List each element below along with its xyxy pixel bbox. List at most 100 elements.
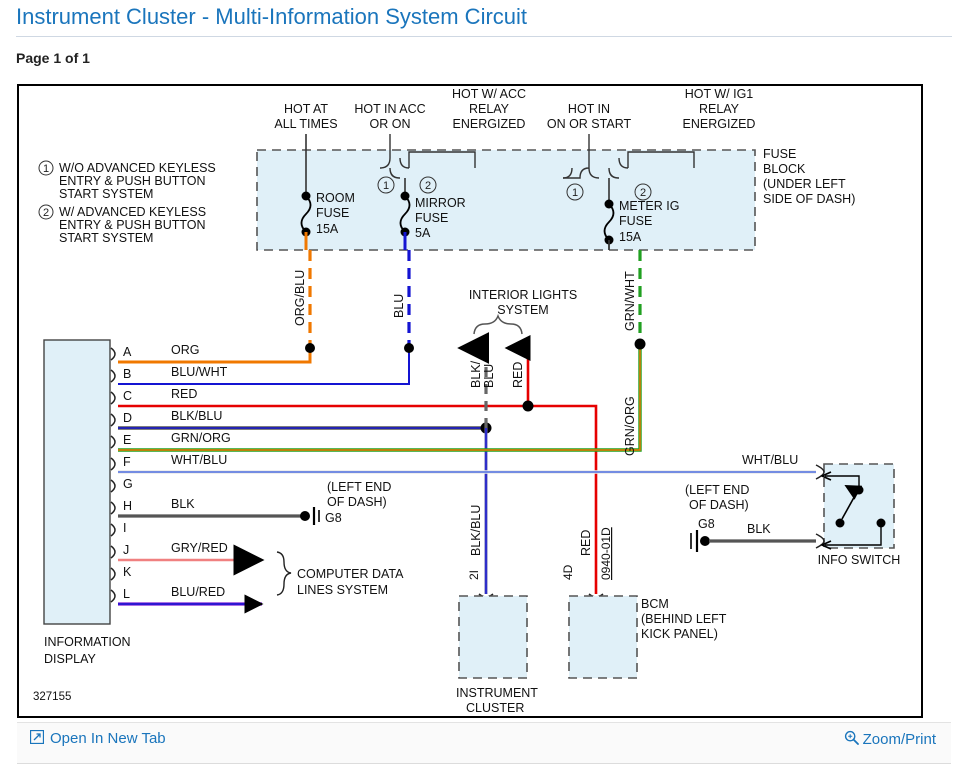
- pin-letter-E: E: [123, 433, 131, 447]
- info-switch-module[interactable]: INFO SWITCH: [815, 463, 901, 567]
- wiring-diagram-frame: 1 W/O ADVANCED KEYLESS ENTRY & PUSH BUTT…: [17, 84, 923, 718]
- mirror-fuse-rating: 5A: [415, 226, 431, 240]
- information-display-body: [43, 339, 111, 625]
- legend-1-line-3: START SYSTEM: [59, 187, 153, 201]
- ground-dot-g8-right: [700, 536, 710, 546]
- wire-name-H: BLK: [171, 497, 195, 511]
- legend-group: 1 W/O ADVANCED KEYLESS ENTRY & PUSH BUTT…: [38, 160, 216, 245]
- interior-lights-label-2: SYSTEM: [497, 303, 548, 317]
- power-hot-all-times-l2: ALL TIMES: [274, 117, 337, 131]
- page-count: Page 1 of 1: [16, 50, 90, 66]
- interior-lights-system: INTERIOR LIGHTS SYSTEM: [469, 288, 577, 335]
- ground-note-left-2: OF DASH): [327, 495, 387, 509]
- wiring-diagram-svg: 1 W/O ADVANCED KEYLESS ENTRY & PUSH BUTT…: [33, 87, 901, 712]
- meter-fuse-rating: 15A: [619, 230, 642, 244]
- information-display-label-1: INFORMATION: [44, 635, 131, 649]
- computer-data-lines-system: COMPUTER DATA LINES SYSTEM: [276, 551, 404, 597]
- pin-letter-H: H: [123, 499, 132, 513]
- fuse-block-l4: SIDE OF DASH): [763, 192, 855, 206]
- power-acc-relay-l3: ENERGIZED: [453, 117, 526, 131]
- label-blk-blu-top-2: BLU: [482, 364, 496, 388]
- wire-run-H-blk: G8 (LEFT END OF DASH): [118, 480, 391, 525]
- bcm-label-1: BCM: [641, 597, 669, 611]
- mirror-fuse-name: MIRROR: [415, 196, 466, 210]
- bcm-pin: 4D: [561, 564, 575, 580]
- fuse-block-l1: FUSE: [763, 147, 796, 161]
- label-grn-org: GRN/ORG: [623, 396, 637, 456]
- open-in-new-tab-label: Open In New Tab: [50, 730, 166, 747]
- power-acc-relay-l1: HOT W/ ACC: [452, 87, 526, 101]
- power-ig1-relay-l2: RELAY: [699, 102, 740, 116]
- info-switch-label: INFO SWITCH: [818, 553, 901, 567]
- ground-dot-g8-left: [300, 511, 310, 521]
- junction-dot-grn: [634, 338, 646, 350]
- room-fuse-name: ROOM: [316, 191, 355, 205]
- power-hot-acc-on-l2: OR ON: [370, 117, 411, 131]
- legend-marker-1: 1: [43, 163, 49, 175]
- connector-pin-brackets: [110, 347, 116, 603]
- pin-letter-L: L: [123, 587, 130, 601]
- meter-option-2: 2: [640, 187, 646, 199]
- ground-note-left-1: (LEFT END: [327, 480, 391, 494]
- label-blk-blu-bottom: BLK/BLU: [469, 505, 483, 556]
- pin-letter-B: B: [123, 367, 131, 381]
- bcm-label-3: KICK PANEL): [641, 627, 718, 641]
- computer-data-label-1: COMPUTER DATA: [297, 567, 404, 581]
- ground-g8-right-group: (LEFT END OF DASH) G8 BLK: [685, 483, 816, 552]
- ground-note-right-1: (LEFT END: [685, 483, 749, 497]
- meter-option-1: 1: [572, 187, 578, 199]
- external-link-icon: [29, 729, 45, 747]
- wire-name-C: RED: [171, 387, 197, 401]
- bcm-label-2: (BEHIND LEFT: [641, 612, 727, 626]
- open-in-new-tab-button[interactable]: Open In New Tab: [29, 729, 166, 747]
- legend-2-line-2: ENTRY & PUSH BUTTON: [59, 218, 206, 232]
- wire-name-D: BLK/BLU: [171, 409, 222, 423]
- power-acc-relay-l2: RELAY: [469, 102, 510, 116]
- fuse-block-l3: (UNDER LEFT: [763, 177, 846, 191]
- label-blk-blu-top-1: BLK/: [469, 360, 483, 388]
- legend-2-line-3: START SYSTEM: [59, 231, 153, 245]
- power-source-labels: HOT AT ALL TIMES HOT IN ACC OR ON HOT W/…: [274, 87, 755, 131]
- pin-letter-J: J: [123, 543, 129, 557]
- instrument-cluster-module: 2I INSTRUMENT CLUSTER: [456, 570, 538, 712]
- zoom-print-button[interactable]: Zoom/Print: [844, 730, 936, 748]
- pin-letter-D: D: [123, 411, 132, 425]
- computer-data-label-2: LINES SYSTEM: [297, 583, 388, 597]
- page-title: Instrument Cluster - Multi-Information S…: [16, 4, 528, 29]
- pin-letter-K: K: [123, 565, 132, 579]
- wire-name-E: GRN/ORG: [171, 431, 231, 445]
- pin-letter-F: F: [123, 455, 131, 469]
- mirror-option-2: 2: [425, 180, 431, 192]
- wire-run-A-org: [118, 343, 315, 364]
- power-on-start-l1: HOT IN: [568, 102, 610, 116]
- legend-2-line-1: W/ ADVANCED KEYLESS: [59, 205, 206, 219]
- fuse-block-l2: BLOCK: [763, 162, 806, 176]
- label-grn-wht: GRN/WHT: [623, 271, 637, 331]
- instrument-cluster-pin: 2I: [467, 570, 481, 580]
- power-ig1-relay-l3: ENERGIZED: [683, 117, 756, 131]
- label-blu: BLU: [392, 294, 406, 318]
- meter-fuse-word: FUSE: [619, 214, 652, 228]
- room-fuse-word: FUSE: [316, 206, 349, 220]
- legend-marker-2: 2: [43, 207, 49, 219]
- pin-letter-G: G: [123, 477, 133, 491]
- zoom-print-label: Zoom/Print: [862, 730, 936, 748]
- ground-note-right-2: OF DASH): [689, 498, 749, 512]
- junction-dot-red: [522, 400, 534, 412]
- power-ig1-relay-l1: HOT W/ IG1: [685, 87, 754, 101]
- legend-1-line-2: ENTRY & PUSH BUTTON: [59, 174, 206, 188]
- power-on-start-l2: ON OR START: [547, 117, 632, 131]
- wire-name-L: BLU/RED: [171, 585, 225, 599]
- pin-letter-C: C: [123, 389, 132, 403]
- label-red-top: RED: [511, 362, 525, 388]
- diagram-number: 327155: [33, 691, 71, 703]
- power-hot-acc-on-l1: HOT IN ACC: [354, 102, 425, 116]
- label-red-bcm: RED: [579, 530, 593, 556]
- mirror-option-1: 1: [383, 180, 389, 192]
- fuse-feed-wires: ORG/BLU BLU GRN/WHT: [293, 250, 642, 348]
- ground-label-g8-left: G8: [325, 511, 342, 525]
- mirror-fuse-word: FUSE: [415, 211, 448, 225]
- label-org-blu: ORG/BLU: [293, 270, 307, 326]
- fuse-block-label: FUSE BLOCK (UNDER LEFT SIDE OF DASH): [763, 147, 855, 206]
- junction-dot-org: [305, 343, 315, 353]
